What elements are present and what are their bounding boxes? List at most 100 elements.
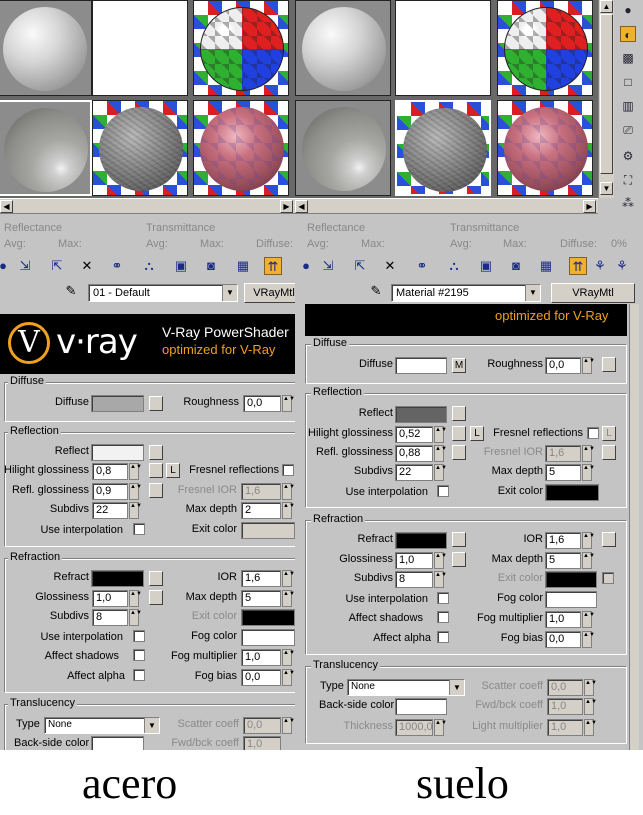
subdivs-spinner[interactable]: ▲▼	[129, 609, 142, 626]
make-preview-icon[interactable]: ⎚	[620, 122, 636, 138]
scroll-thumb[interactable]	[600, 14, 613, 174]
fresnel-ior-map-button[interactable]	[602, 445, 616, 460]
exit-color-swatch[interactable]	[545, 484, 599, 501]
translucency-type-select[interactable]: None ▼	[347, 679, 465, 696]
hilight-map-button[interactable]	[149, 463, 163, 478]
hilight-map-button[interactable]	[452, 426, 466, 441]
sample-slot[interactable]	[0, 0, 92, 96]
affect-alpha-checkbox[interactable]	[133, 669, 145, 681]
material-name-field[interactable]: 01 - Default ▼	[88, 284, 238, 302]
video-check-icon[interactable]: ▥	[620, 98, 636, 114]
show-in-viewport-icon[interactable]: ▦	[537, 257, 555, 275]
lock-hilight-button[interactable]: L	[166, 463, 180, 478]
fog-bias-field[interactable]: 0,0	[241, 669, 281, 686]
max-depth-spinner[interactable]: ▲▼	[582, 464, 595, 481]
scatter-spinner[interactable]: ▲▼	[584, 679, 597, 696]
lock-hilight-button[interactable]: L	[470, 426, 484, 441]
sample-slot[interactable]	[193, 100, 289, 196]
subdivs-spinner[interactable]: ▲▼	[434, 571, 447, 588]
scroll-left-icon[interactable]: ◀	[0, 200, 13, 213]
glossiness-spinner[interactable]: ▲▼	[434, 552, 447, 569]
material-navigator-icon[interactable]: ⁂	[620, 196, 636, 212]
fwd-bck-spinner[interactable]: ▲▼	[584, 698, 597, 715]
put-library-icon[interactable]: ⛬	[445, 257, 463, 275]
subdivs-field[interactable]: 22	[92, 502, 128, 519]
use-interpolation-checkbox[interactable]	[133, 523, 145, 535]
scatter-coeff-field[interactable]: 0,0	[547, 679, 583, 696]
material-id-icon[interactable]: ▣	[477, 257, 495, 275]
glossiness-map-button[interactable]	[149, 590, 163, 605]
show-map-icon[interactable]: ◙	[507, 257, 525, 275]
fwd-bck-coeff-field[interactable]: 1,0	[547, 698, 583, 715]
back-side-color-swatch[interactable]	[395, 698, 447, 715]
reset-icon[interactable]: ✕	[78, 257, 96, 275]
subdivs-spinner[interactable]: ▲▼	[434, 464, 447, 481]
background-icon[interactable]: ▩	[620, 50, 636, 66]
fog-multiplier-field[interactable]: 1,0	[545, 611, 581, 628]
sample-type-icon[interactable]: ●	[620, 2, 636, 18]
fog-color-swatch[interactable]	[545, 591, 597, 608]
pick-material-icon[interactable]: ✎	[62, 282, 80, 300]
chevron-down-icon[interactable]: ▼	[222, 285, 237, 301]
fog-bias-spinner[interactable]: ▲▼	[282, 669, 295, 686]
affect-shadows-checkbox[interactable]	[437, 611, 449, 623]
glossiness-field[interactable]: 1,0	[92, 590, 128, 607]
subdivs-field[interactable]: 8	[395, 571, 433, 588]
ior-map-button[interactable]	[602, 532, 616, 547]
ior-field[interactable]: 1,6	[545, 532, 581, 549]
put-material-icon[interactable]: ⇱	[351, 257, 369, 275]
fresnel-ior-spinner[interactable]: ▲▼	[582, 445, 595, 462]
scroll-up-icon[interactable]: ▲	[600, 0, 613, 13]
roughness-spinner[interactable]: ▲▼	[282, 395, 295, 412]
lock-fresnel-button[interactable]: L	[602, 426, 616, 441]
hilight-spinner[interactable]: ▲▼	[434, 426, 447, 443]
reflect-color-swatch[interactable]	[91, 444, 144, 461]
subdivs-field[interactable]: 8	[92, 609, 128, 626]
sphere-icon[interactable]: ●	[297, 257, 315, 275]
light-multiplier-spinner[interactable]: ▲▼	[584, 719, 597, 736]
select-by-material-icon[interactable]: ⛶	[620, 172, 636, 188]
vertical-scrollbar[interactable]: ▲ ▼	[598, 0, 614, 198]
fog-bias-field[interactable]: 0,0	[545, 631, 581, 648]
pick-material-icon[interactable]: ✎	[367, 282, 385, 300]
hilight-spinner[interactable]: ▲▼	[129, 463, 142, 480]
show-end-result-icon[interactable]: ⇈	[264, 257, 282, 275]
scroll-right-icon[interactable]: ▶	[280, 200, 293, 213]
ior-field[interactable]: 1,6	[241, 570, 281, 587]
sample-slot[interactable]	[92, 0, 188, 96]
make-unique-icon[interactable]: ⚭	[413, 257, 431, 275]
exit-color-swatch[interactable]	[241, 522, 295, 539]
fresnel-checkbox[interactable]	[282, 464, 294, 476]
scatter-coeff-field[interactable]: 0,0	[243, 717, 281, 734]
refl-glossiness-spinner[interactable]: ▲▼	[129, 483, 142, 500]
rollout-scrollbar[interactable]	[629, 304, 639, 750]
refract-color-swatch[interactable]	[91, 570, 144, 587]
sphere-icon[interactable]: ●	[0, 257, 12, 275]
glossiness-spinner[interactable]: ▲▼	[129, 590, 142, 607]
sample-slot-selected[interactable]	[395, 100, 491, 196]
fog-color-swatch[interactable]	[241, 629, 295, 646]
reset-icon[interactable]: ✕	[381, 257, 399, 275]
fwd-bck-coeff-field[interactable]: 1,0	[243, 736, 281, 750]
diffuse-color-swatch[interactable]	[91, 395, 144, 412]
ior-spinner[interactable]: ▲▼	[282, 570, 295, 587]
horizontal-scrollbar[interactable]: ◀ ▶	[0, 198, 295, 214]
go-parent-icon[interactable]: ⚘	[591, 257, 609, 275]
show-in-viewport-icon[interactable]: ▦	[234, 257, 252, 275]
scroll-left-icon[interactable]: ◀	[295, 200, 308, 213]
glossiness-field[interactable]: 1,0	[395, 552, 433, 569]
back-side-color-swatch[interactable]	[91, 736, 144, 750]
hilight-glossiness-field[interactable]: 0,52	[395, 426, 433, 443]
translucency-type-select[interactable]: None ▼	[44, 717, 160, 734]
thickness-spinner[interactable]: ▲▼	[434, 719, 447, 736]
fresnel-ior-field[interactable]: 1,6	[241, 483, 281, 500]
subdivs-spinner[interactable]: ▲▼	[129, 502, 142, 519]
put-library-icon[interactable]: ⛬	[140, 257, 158, 275]
sample-slot[interactable]	[395, 0, 491, 96]
diffuse-color-swatch[interactable]	[395, 357, 447, 374]
fresnel-checkbox[interactable]	[587, 427, 599, 439]
fog-multiplier-spinner[interactable]: ▲▼	[282, 649, 295, 666]
put-material-icon[interactable]: ⇱	[48, 257, 66, 275]
max-depth-spinner[interactable]: ▲▼	[282, 502, 295, 519]
refl-glossiness-map-button[interactable]	[452, 445, 466, 460]
